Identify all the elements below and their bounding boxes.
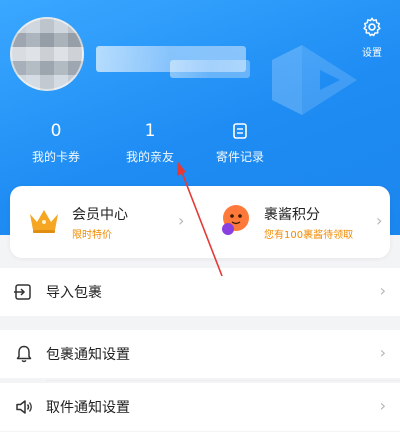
annotation-arrow-icon (177, 162, 223, 277)
